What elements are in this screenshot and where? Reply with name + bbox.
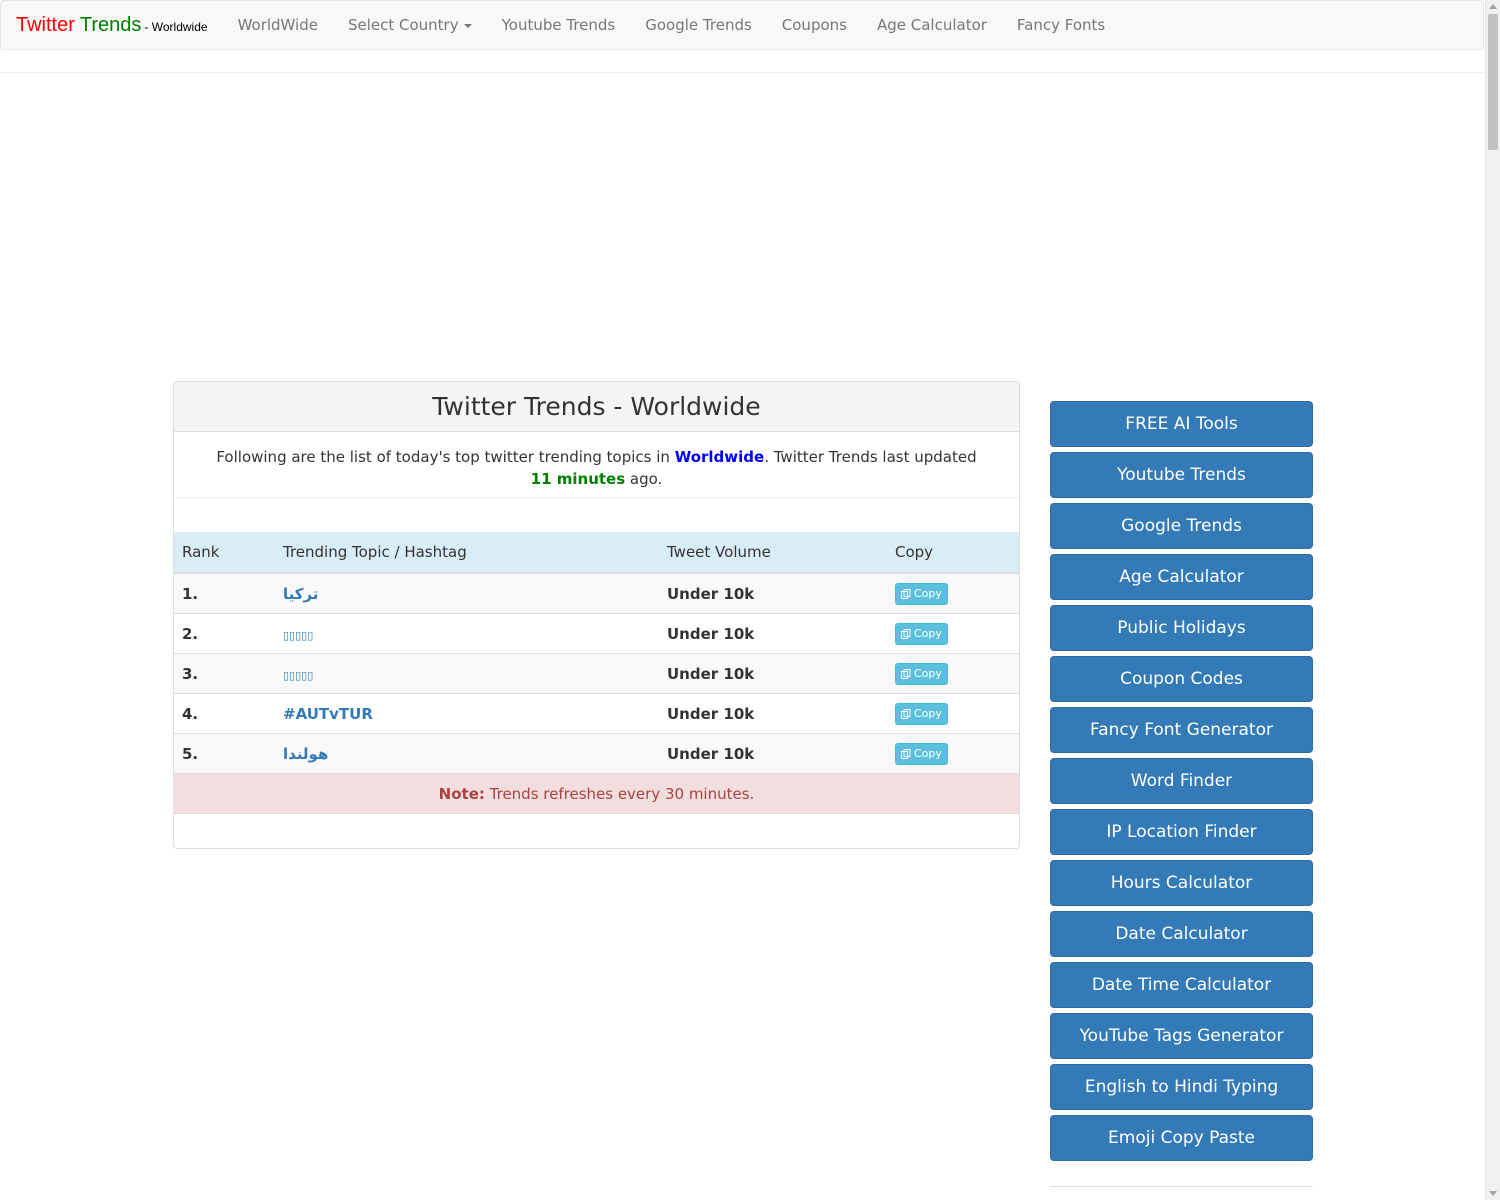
header-rank: Rank (174, 532, 275, 574)
sidebar-fancy-font-generator-button[interactable]: Fancy Font Generator (1050, 707, 1313, 753)
intro-updated-time: 11 minutes (530, 470, 626, 488)
sidebar-free-ai-tools-button[interactable]: FREE AI Tools (1050, 401, 1313, 447)
brand-part-trends: Trends (79, 13, 142, 36)
scroll-up-arrow-icon[interactable] (1489, 4, 1497, 9)
panel-heading: Twitter Trends - Worldwide (174, 382, 1019, 432)
row-rank: 2. (174, 613, 275, 654)
top-navbar: Twitter Trends - Worldwide WorldWide Sel… (0, 0, 1484, 50)
trend-link[interactable]: تركيا (283, 585, 318, 603)
row-volume: Under 10k (659, 613, 887, 654)
row-rank: 3. (174, 653, 275, 694)
sidebar-google-trends-button[interactable]: Google Trends (1050, 503, 1313, 549)
page-scrollbar[interactable] (1485, 0, 1500, 1200)
row-volume: Under 10k (659, 653, 887, 694)
copy-button[interactable]: Copy (895, 702, 948, 725)
copy-icon (901, 708, 911, 719)
header-volume: Tweet Volume (659, 532, 887, 574)
nav-coupons[interactable]: Coupons (782, 16, 847, 34)
note-label: Note: (438, 784, 485, 803)
sidebar-age-calculator-button[interactable]: Age Calculator (1050, 554, 1313, 600)
copy-button[interactable]: Copy (895, 622, 948, 645)
intro-pre: Following are the list of today's top tw… (216, 448, 675, 466)
nav-select-country-label: Select Country (347, 16, 459, 34)
nav-google-trends[interactable]: Google Trends (645, 16, 752, 34)
copy-icon (901, 588, 911, 599)
row-rank: 1. (174, 572, 275, 614)
trends-panel: Twitter Trends - Worldwide Following are… (173, 381, 1020, 849)
nav-worldwide[interactable]: WorldWide (238, 16, 318, 34)
copy-icon (901, 668, 911, 679)
sidebar-coupon-codes-button[interactable]: Coupon Codes (1050, 656, 1313, 702)
row-rank: 5. (174, 733, 275, 774)
header-divider (0, 72, 1484, 73)
brand-suffix: - Worldwide (144, 19, 208, 34)
copy-label: Copy (914, 707, 942, 720)
copy-label: Copy (914, 747, 942, 760)
nav-youtube-trends[interactable]: Youtube Trends (502, 16, 616, 34)
header-copy: Copy (887, 532, 1019, 574)
note-text: Trends refreshes every 30 minutes. (484, 784, 755, 803)
sidebar-tools: FREE AI Tools Youtube Trends Google Tren… (1050, 401, 1313, 1166)
trend-link[interactable]: ▯▯▯▯▯ (283, 669, 313, 682)
row-rank: 4. (174, 693, 275, 734)
sidebar-date-calculator-button[interactable]: Date Calculator (1050, 911, 1313, 957)
sidebar-ip-location-finder-button[interactable]: IP Location Finder (1050, 809, 1313, 855)
sidebar-word-finder-button[interactable]: Word Finder (1050, 758, 1313, 804)
copy-button[interactable]: Copy (895, 582, 948, 605)
copy-button[interactable]: Copy (895, 662, 948, 685)
trend-link[interactable]: #AUTvTUR (283, 705, 373, 723)
page-title: Twitter Trends - Worldwide (432, 392, 761, 421)
refresh-note: Note: Trends refreshes every 30 minutes. (174, 773, 1019, 814)
sidebar-public-holidays-button[interactable]: Public Holidays (1050, 605, 1313, 651)
scroll-down-arrow-icon[interactable] (1489, 1191, 1497, 1196)
brand-part-twitter: Twitter (16, 13, 75, 36)
sidebar-youtube-trends-button[interactable]: Youtube Trends (1050, 452, 1313, 498)
intro-post: ago. (625, 470, 663, 488)
table-row: 4. #AUTvTUR Under 10k Copy (174, 693, 1019, 734)
sidebar-hours-calculator-button[interactable]: Hours Calculator (1050, 860, 1313, 906)
refresh-note-row: Note: Trends refreshes every 30 minutes. (174, 773, 1019, 814)
sidebar-date-time-calculator-button[interactable]: Date Time Calculator (1050, 962, 1313, 1008)
copy-label: Copy (914, 587, 942, 600)
table-header-row: Rank Trending Topic / Hashtag Tweet Volu… (174, 532, 1019, 574)
intro-country: Worldwide (674, 448, 765, 466)
row-volume: Under 10k (659, 572, 887, 614)
nav-fancy-fonts[interactable]: Fancy Fonts (1017, 16, 1105, 34)
copy-icon (901, 748, 911, 759)
brand-logo[interactable]: Twitter Trends - Worldwide (16, 14, 208, 37)
intro-text: Following are the list of today's top tw… (174, 432, 1019, 498)
trend-link[interactable]: ▯▯▯▯▯ (283, 629, 313, 642)
row-volume: Under 10k (659, 693, 887, 734)
sidebar-emoji-copy-paste-button[interactable]: Emoji Copy Paste (1050, 1115, 1313, 1161)
copy-icon (901, 628, 911, 639)
intro-mid: . Twitter Trends last updated (764, 448, 977, 466)
table-row: 3. ▯▯▯▯▯ Under 10k Copy (174, 653, 1019, 694)
nav-select-country[interactable]: Select Country (348, 16, 472, 34)
copy-label: Copy (914, 667, 942, 680)
nav-age-calculator[interactable]: Age Calculator (877, 16, 987, 34)
sidebar-english-to-hindi-typing-button[interactable]: English to Hindi Typing (1050, 1064, 1313, 1110)
copy-button[interactable]: Copy (895, 742, 948, 765)
trends-table: Rank Trending Topic / Hashtag Tweet Volu… (174, 532, 1019, 814)
table-row: 1. تركيا Under 10k Copy (174, 572, 1019, 614)
row-volume: Under 10k (659, 733, 887, 774)
caret-down-icon (463, 23, 472, 28)
copy-label: Copy (914, 627, 942, 640)
table-row: 2. ▯▯▯▯▯ Under 10k Copy (174, 613, 1019, 654)
table-row: 5. هولندا Under 10k Copy (174, 733, 1019, 774)
sidebar-youtube-tags-generator-button[interactable]: YouTube Tags Generator (1050, 1013, 1313, 1059)
sidebar-divider (1050, 1186, 1313, 1187)
header-topic: Trending Topic / Hashtag (275, 532, 659, 574)
scrollbar-thumb[interactable] (1488, 14, 1498, 150)
trend-link[interactable]: هولندا (283, 745, 328, 763)
